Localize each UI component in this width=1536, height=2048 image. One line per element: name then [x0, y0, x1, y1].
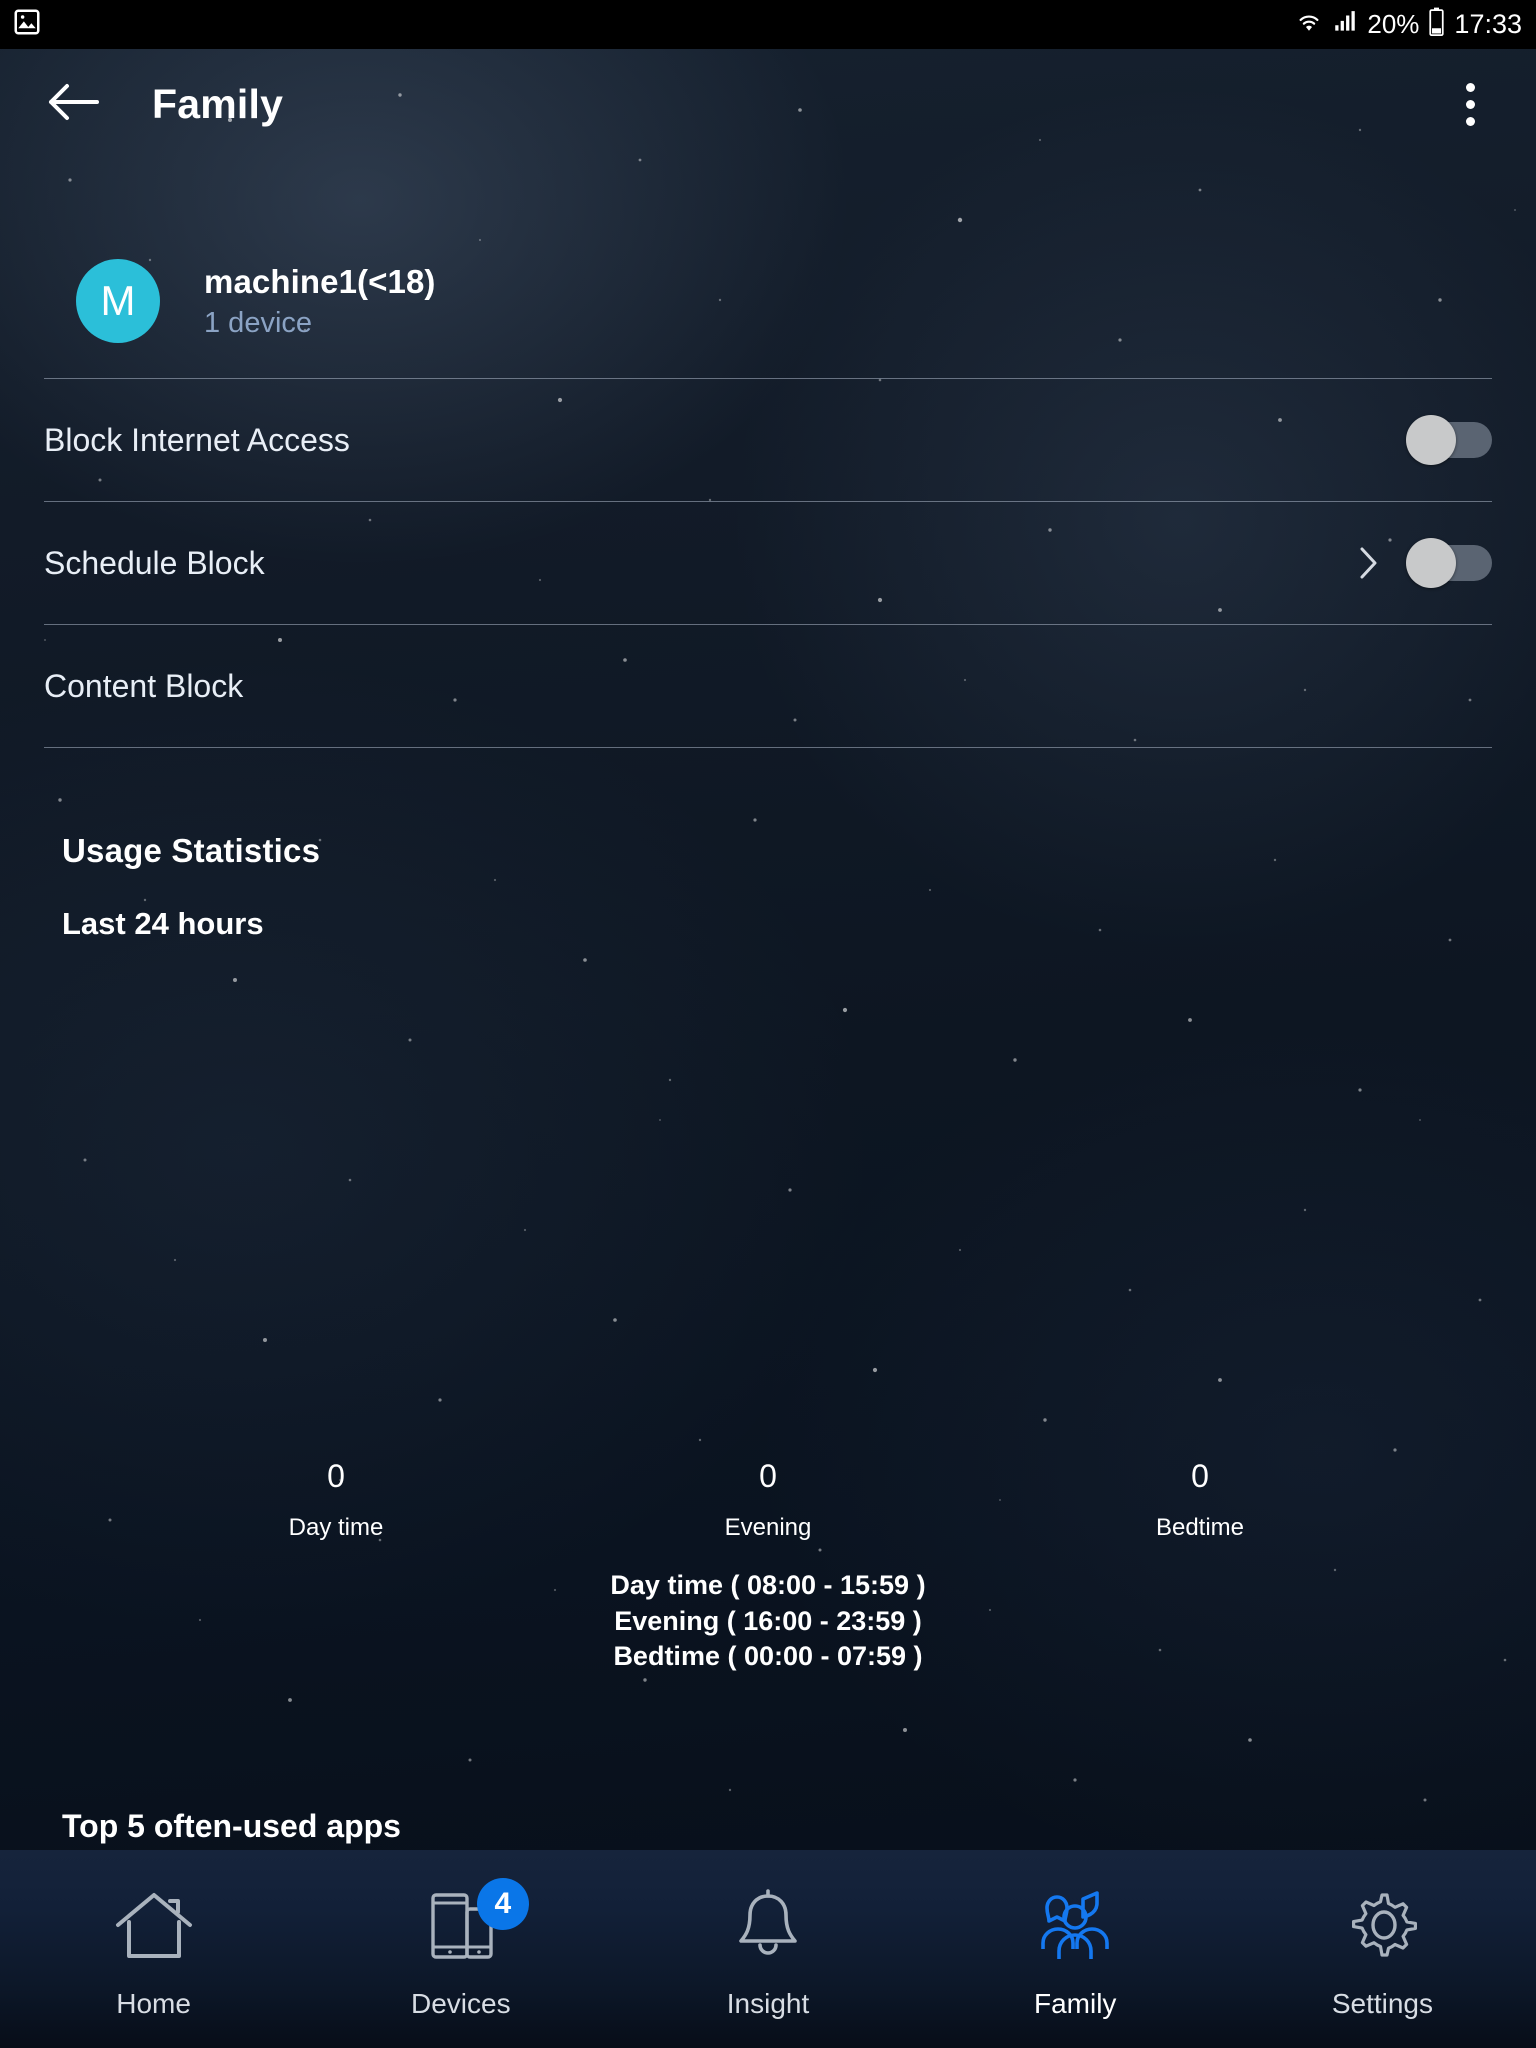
overflow-menu-button[interactable] — [1440, 64, 1500, 144]
chart-category-label: Evening — [724, 1514, 812, 1541]
image-notification-icon — [12, 7, 42, 42]
row-label: Content Block — [44, 667, 244, 704]
cellular-signal-icon — [1332, 9, 1358, 40]
chart-category-label: Bedtime — [1155, 1514, 1245, 1541]
chart-column-bedtime: 0 Bedtime — [984, 1460, 1416, 1542]
page-title: Family — [152, 80, 284, 127]
schedule-block-toggle[interactable] — [1406, 538, 1492, 588]
devices-badge: 4 — [476, 1878, 529, 1930]
usage-chart-columns: 0 Day time 0 Evening 0 Bedtime — [0, 1460, 1536, 1542]
row-block-internet-access[interactable]: Block Internet Access — [0, 379, 1536, 501]
app-bar: Family — [0, 49, 1536, 159]
settings-list: Block Internet Access Schedule Block Con… — [0, 378, 1536, 748]
row-schedule-block[interactable]: Schedule Block — [0, 502, 1536, 624]
row-label: Schedule Block — [44, 544, 265, 581]
profile-text-group: machine1(<18) 1 device — [204, 263, 436, 340]
nav-label: Family — [1033, 1988, 1117, 2019]
nav-item-insight[interactable]: Insight — [614, 1850, 921, 2048]
legend-line-daytime: Day time ( 08:00 - 15:59 ) — [610, 1570, 926, 1600]
overflow-dot — [1465, 99, 1475, 109]
battery-percent-label: 20% — [1367, 9, 1420, 39]
nav-item-settings[interactable]: Settings — [1229, 1850, 1536, 2048]
overflow-dot — [1465, 116, 1475, 126]
usage-chart: 0 Day time 0 Evening 0 Bedtime Day time … — [0, 1460, 1536, 1675]
nav-label: Insight — [726, 1988, 810, 2019]
chart-column-evening: 0 Evening — [552, 1460, 984, 1542]
chart-legend: Day time ( 08:00 - 15:59 ) Evening ( 16:… — [0, 1568, 1536, 1675]
back-arrow-icon — [47, 80, 99, 129]
app-root: 20% 17:33 Family M machine1(<18) 1 devic… — [0, 0, 1536, 2048]
chart-value: 0 — [327, 1458, 345, 1494]
status-bar-left — [0, 7, 42, 42]
nav-item-devices[interactable]: 4 Devices — [307, 1850, 614, 2048]
row-controls — [1406, 415, 1492, 465]
top-apps-heading: Top 5 often-used apps — [62, 1808, 401, 1844]
overflow-dot — [1465, 82, 1475, 92]
legend-line-bedtime: Bedtime ( 00:00 - 07:59 ) — [613, 1641, 923, 1672]
row-content-block[interactable]: Content Block — [0, 625, 1536, 747]
home-icon — [112, 1884, 196, 1970]
chart-value: 0 — [759, 1458, 777, 1494]
status-bar: 20% 17:33 — [0, 0, 1536, 49]
status-bar-clock: 17:33 — [1454, 9, 1522, 39]
chart-column-daytime: 0 Day time — [120, 1460, 552, 1542]
profile-device-count: 1 device — [204, 306, 313, 339]
family-group-icon — [1033, 1884, 1117, 1970]
nav-item-family[interactable]: Family — [922, 1850, 1229, 2048]
toggle-knob — [1406, 538, 1456, 588]
block-internet-access-toggle[interactable] — [1406, 415, 1492, 465]
legend-line-evening: Evening ( 16:00 - 23:59 ) — [614, 1605, 922, 1636]
back-button[interactable] — [30, 61, 116, 147]
status-bar-right: 20% 17:33 — [1295, 7, 1536, 42]
bottom-navigation: Home 4 Devices Insight Family Settings — [0, 1850, 1536, 2048]
divider — [44, 747, 1492, 748]
chart-value: 0 — [1191, 1458, 1209, 1494]
overflow-menu-icon — [1465, 82, 1475, 126]
usage-statistics-section: Usage Statistics Last 24 hours — [0, 832, 1536, 942]
usage-statistics-title: Usage Statistics — [62, 832, 321, 869]
row-label: Block Internet Access — [44, 421, 350, 458]
wifi-icon — [1295, 8, 1323, 41]
profile-name: machine1(<18) — [204, 262, 436, 300]
avatar: M — [76, 259, 160, 343]
row-controls — [1358, 538, 1492, 588]
nav-item-home[interactable]: Home — [0, 1850, 307, 2048]
toggle-knob — [1406, 415, 1456, 465]
battery-icon — [1428, 7, 1445, 42]
bell-icon — [726, 1884, 810, 1970]
profile-header[interactable]: M machine1(<18) 1 device — [0, 255, 1536, 347]
nav-label: Home — [116, 1988, 191, 2019]
nav-label: Settings — [1331, 1988, 1433, 2019]
chart-category-label: Day time — [288, 1514, 384, 1541]
chevron-right-icon[interactable] — [1358, 546, 1380, 580]
usage-statistics-subtitle: Last 24 hours — [62, 906, 264, 941]
nav-label: Devices — [411, 1988, 511, 2019]
devices-icon: 4 — [419, 1878, 529, 1970]
gear-icon — [1340, 1884, 1424, 1970]
